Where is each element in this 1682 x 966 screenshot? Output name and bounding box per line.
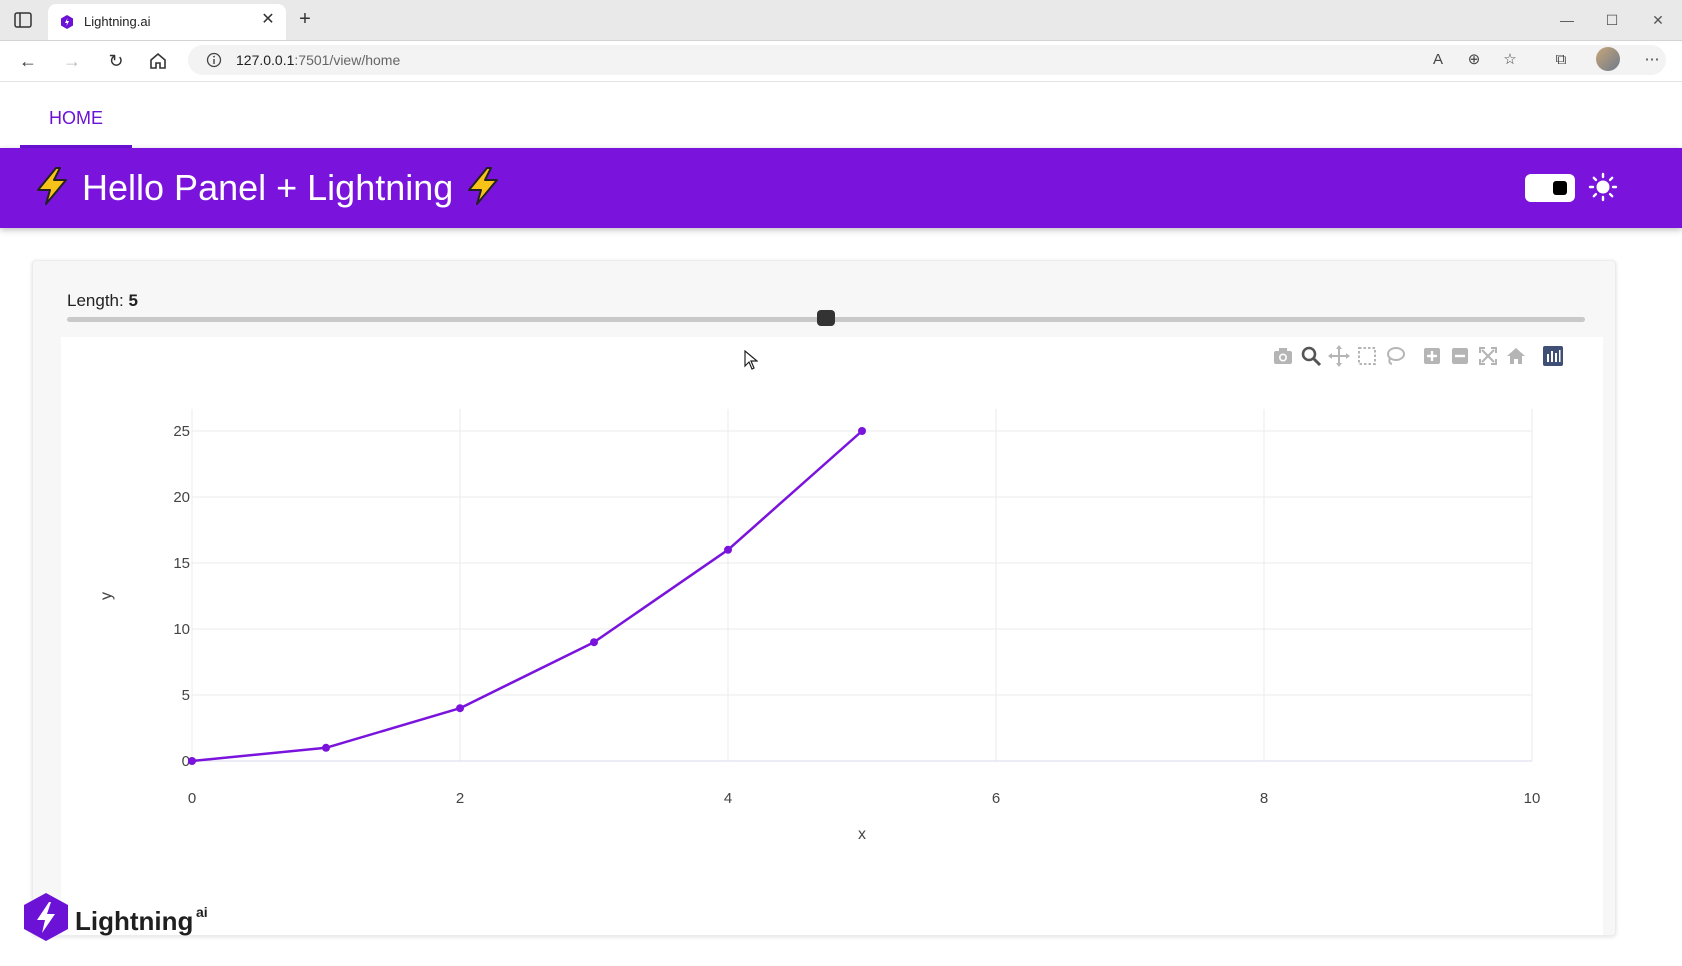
collections-icon[interactable]: ⧉ — [1550, 49, 1572, 71]
y-tick-label: 25 — [173, 423, 190, 440]
y-axis-title: y — [98, 592, 115, 600]
slider-label: Length: 5 — [67, 291, 138, 311]
lightning-logo-sup: ai — [196, 904, 208, 920]
read-aloud-icon[interactable]: A — [1427, 49, 1449, 71]
more-menu-icon[interactable]: ⋯ — [1641, 49, 1663, 71]
line-chart[interactable]: 0 2 4 6 8 100510152025xy — [61, 337, 1603, 935]
toggle-knob — [1553, 181, 1567, 195]
reload-icon[interactable]: ↻ — [104, 49, 128, 73]
data-point — [188, 757, 196, 765]
tab-home-label: HOME — [49, 108, 103, 128]
tab-title: Lightning.ai — [84, 14, 151, 29]
zoom-icon[interactable]: ⊕ — [1463, 49, 1485, 71]
x-tick-label: 4 — [724, 790, 732, 807]
y-tick-label: 5 — [182, 687, 190, 704]
series-line — [191, 430, 863, 763]
x-tick-label: 8 — [1260, 790, 1268, 807]
y-tick-label: 20 — [173, 489, 190, 506]
lightning-logo-text: Lightning — [75, 906, 194, 936]
browser-tab-bar: Lightning.ai ✕ + — ☐ ✕ — [0, 0, 1682, 41]
maximize-icon[interactable]: ☐ — [1600, 8, 1624, 32]
x-tick-label: 10 — [1524, 790, 1541, 807]
url-path: :7501/view/home — [294, 52, 401, 68]
page: HOME Hello Panel + Lightning Length: 5 0… — [0, 82, 1682, 966]
theme-toggle[interactable] — [1525, 174, 1575, 202]
sun-icon — [1588, 172, 1618, 202]
x-tick-label: 6 — [992, 790, 1000, 807]
home-icon[interactable] — [148, 51, 168, 71]
data-point — [322, 743, 330, 752]
url-host: 127.0.0.1 — [236, 52, 295, 68]
lightning-favicon-icon — [61, 15, 73, 29]
lightning-bolt-icon — [37, 167, 67, 205]
site-info-icon[interactable] — [206, 52, 222, 68]
x-tick-label: 2 — [456, 790, 464, 807]
close-window-icon[interactable]: ✕ — [1646, 8, 1670, 32]
x-axis-title: x — [858, 826, 866, 843]
url-text: 127.0.0.1:7501/view/home — [236, 52, 400, 68]
new-tab-icon[interactable]: + — [296, 9, 314, 29]
length-slider-handle[interactable] — [817, 310, 835, 326]
content-card: Length: 5 0 2 4 6 8 10 0 5 10 15 20 25 x y — [32, 260, 1616, 936]
app-nav: HOME — [0, 82, 1682, 148]
data-point — [858, 427, 866, 435]
page-title: Hello Panel + Lightning — [32, 166, 503, 209]
favorite-icon[interactable]: ☆ — [1499, 49, 1521, 71]
data-point — [590, 638, 598, 647]
mouse-cursor-icon — [744, 350, 758, 370]
lightning-logo-icon — [24, 893, 68, 941]
profile-avatar[interactable] — [1596, 47, 1620, 71]
tab-actions-icon[interactable] — [14, 12, 32, 28]
x-tick-label: 0 — [188, 790, 196, 807]
data-point — [724, 545, 732, 554]
slider-label-text: Length: — [67, 291, 129, 310]
browser-tab[interactable]: Lightning.ai ✕ — [48, 4, 286, 40]
tab-home[interactable]: HOME — [20, 108, 132, 148]
browser-toolbar: ← → ↻ 127.0.0.1:7501/view/home A ⊕ ☆ ⧉ ⋯ — [0, 41, 1682, 82]
app-header: Hello Panel + Lightning — [0, 148, 1682, 228]
lightning-bolt-icon — [468, 167, 499, 205]
data-point — [456, 704, 464, 713]
plot-panel: 0 2 4 6 8 10 0 5 10 15 20 25 x y — [61, 337, 1603, 935]
forward-icon[interactable]: → — [60, 49, 84, 73]
y-tick-label: 15 — [173, 555, 190, 572]
slider-value: 5 — [128, 291, 138, 310]
back-icon[interactable]: ← — [16, 49, 40, 73]
minimize-icon[interactable]: — — [1555, 8, 1579, 32]
close-tab-icon[interactable]: ✕ — [260, 12, 276, 28]
page-title-text: Hello Panel + Lightning — [82, 167, 454, 208]
y-tick-label: 10 — [173, 621, 190, 638]
